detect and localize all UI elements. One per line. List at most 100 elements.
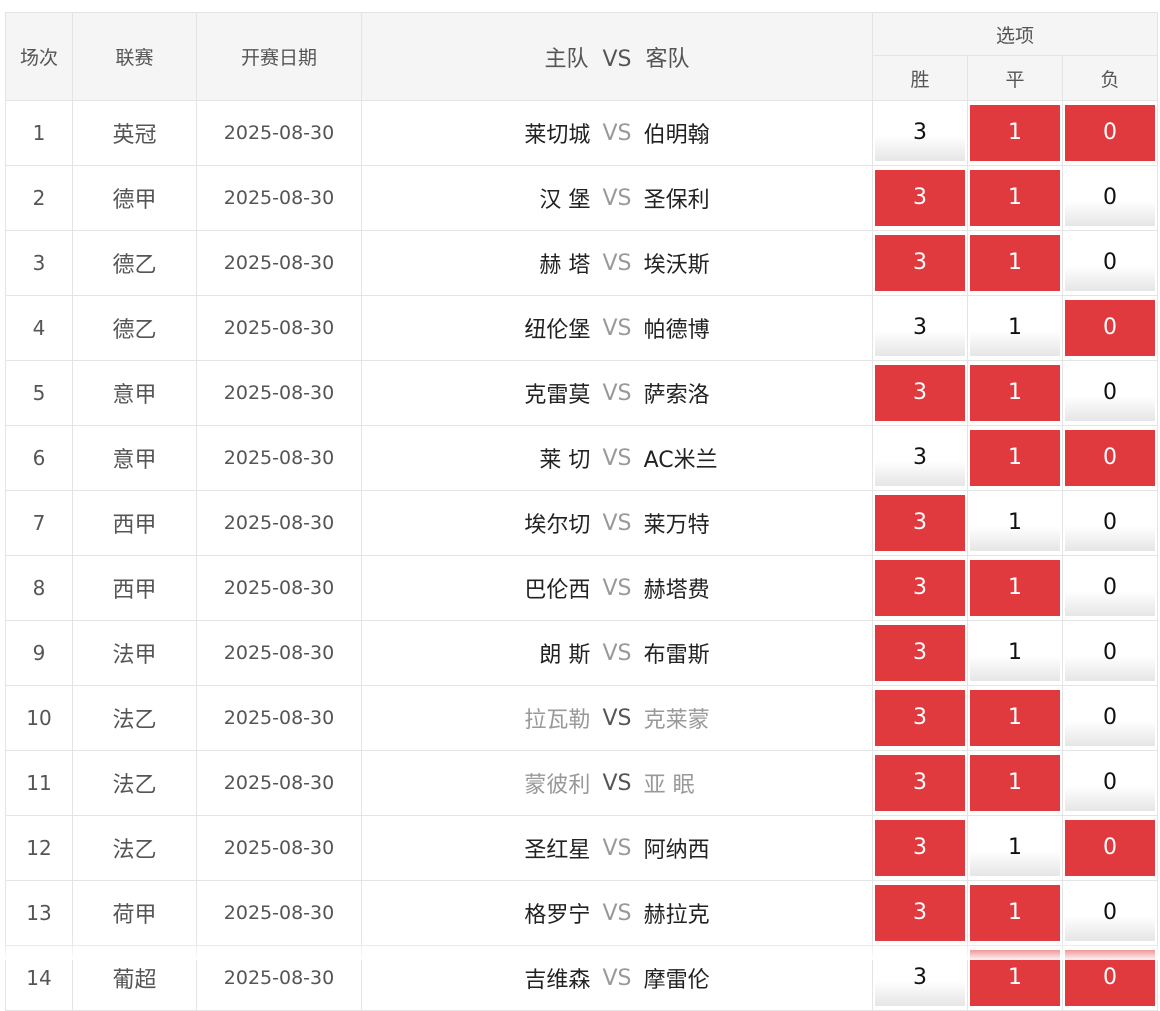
option-win-button[interactable]: 3 bbox=[875, 690, 965, 746]
option-draw-button[interactable]: 1 bbox=[970, 430, 1060, 486]
option-draw-button[interactable]: 1 bbox=[970, 495, 1060, 551]
option-win-button[interactable]: 3 bbox=[875, 365, 965, 421]
match-date: 2025-08-30 bbox=[196, 555, 362, 621]
vs-label: VS bbox=[602, 315, 632, 341]
table-row: 8 西甲 2025-08-30 巴伦西 VS 赫塔费 3 1 0 bbox=[5, 555, 1159, 621]
option-loss-button[interactable]: 0 bbox=[1065, 625, 1156, 681]
match-table-body: 1 英冠 2025-08-30 莱切城 VS 伯明翰 3 1 0 2 德甲 2025-08-30 汉 堡… bbox=[5, 100, 1159, 1011]
option-draw-button[interactable]: 1 bbox=[970, 755, 1060, 811]
column-header-home: 主队 bbox=[544, 46, 589, 72]
option-win-button[interactable]: 3 bbox=[875, 105, 965, 161]
option-loss-button[interactable]: 0 bbox=[1065, 885, 1156, 941]
table-row: 10 法乙 2025-08-30 拉瓦勒 VS 克莱蒙 3 1 0 bbox=[5, 685, 1159, 751]
option-loss-button[interactable]: 0 bbox=[1065, 105, 1156, 161]
table-row: 14 葡超 2025-08-30 吉维森 VS 摩雷伦 3 1 0 bbox=[5, 945, 1159, 1011]
table-row: 1 英冠 2025-08-30 莱切城 VS 伯明翰 3 1 0 bbox=[5, 100, 1159, 166]
option-win-button[interactable]: 3 bbox=[875, 560, 965, 616]
teams: 克雷莫 VS 萨索洛 bbox=[363, 377, 872, 409]
option-draw-button[interactable]: 1 bbox=[970, 365, 1060, 421]
option-win-button[interactable]: 3 bbox=[875, 755, 965, 811]
vs-label: VS bbox=[602, 835, 632, 861]
home-team: 埃尔切 bbox=[524, 513, 591, 538]
match-date: 2025-08-30 bbox=[196, 360, 362, 426]
option-draw-button[interactable]: 1 bbox=[970, 690, 1060, 746]
vs-label: VS bbox=[602, 705, 632, 731]
option-loss-button[interactable]: 0 bbox=[1065, 430, 1156, 486]
option-cell-draw: 1 bbox=[967, 360, 1063, 426]
option-loss-button[interactable]: 0 bbox=[1065, 235, 1156, 291]
home-team: 巴伦西 bbox=[524, 578, 591, 603]
option-win-button[interactable]: 3 bbox=[875, 300, 965, 356]
home-team: 莱 切 bbox=[539, 448, 591, 473]
option-draw-button[interactable]: 1 bbox=[970, 105, 1060, 161]
option-win-button[interactable]: 3 bbox=[875, 170, 965, 226]
home-team: 汉 堡 bbox=[539, 188, 591, 213]
teams: 格罗宁 VS 赫拉克 bbox=[363, 897, 872, 929]
vs-label: VS bbox=[602, 445, 632, 471]
away-team: 赫拉克 bbox=[643, 903, 710, 928]
match-date: 2025-08-30 bbox=[196, 165, 362, 231]
option-draw-button[interactable]: 1 bbox=[970, 560, 1060, 616]
teams-cell: 纽伦堡 VS 帕德博 bbox=[361, 295, 873, 361]
match-number: 5 bbox=[5, 360, 73, 426]
option-loss-button[interactable]: 0 bbox=[1065, 690, 1156, 746]
option-draw-button[interactable]: 1 bbox=[970, 820, 1060, 876]
column-header-league: 联赛 bbox=[72, 12, 197, 101]
teams-cell: 蒙彼利 VS 亚 眠 bbox=[361, 750, 873, 816]
option-win-button[interactable]: 3 bbox=[875, 495, 965, 551]
option-cell-win: 3 bbox=[872, 620, 968, 686]
option-loss-button[interactable]: 0 bbox=[1065, 560, 1156, 616]
option-draw-button[interactable]: 1 bbox=[970, 885, 1060, 941]
option-win-button[interactable]: 3 bbox=[875, 430, 965, 486]
option-cell-draw: 1 bbox=[967, 425, 1063, 491]
league-name: 英冠 bbox=[72, 100, 197, 166]
match-number: 2 bbox=[5, 165, 73, 231]
teams: 汉 堡 VS 圣保利 bbox=[363, 182, 872, 214]
option-cell-draw: 1 bbox=[967, 490, 1063, 556]
column-header-vs: VS bbox=[602, 46, 632, 72]
away-team: 帕德博 bbox=[643, 318, 710, 343]
league-name: 西甲 bbox=[72, 555, 197, 621]
teams-cell: 莱切城 VS 伯明翰 bbox=[361, 100, 873, 166]
option-win-button[interactable]: 3 bbox=[875, 820, 965, 876]
league-name: 德甲 bbox=[72, 165, 197, 231]
option-draw-button[interactable]: 1 bbox=[970, 625, 1060, 681]
option-cell-win: 3 bbox=[872, 685, 968, 751]
league-name: 法乙 bbox=[72, 685, 197, 751]
option-draw-button[interactable]: 1 bbox=[970, 950, 1060, 1006]
option-cell-draw: 1 bbox=[967, 685, 1063, 751]
vs-label: VS bbox=[602, 900, 632, 926]
option-loss-button[interactable]: 0 bbox=[1065, 820, 1156, 876]
option-loss-button[interactable]: 0 bbox=[1065, 300, 1156, 356]
option-win-button[interactable]: 3 bbox=[875, 235, 965, 291]
column-header-date: 开赛日期 bbox=[196, 12, 362, 101]
match-date: 2025-08-30 bbox=[196, 815, 362, 881]
option-draw-button[interactable]: 1 bbox=[970, 235, 1060, 291]
option-cell-draw: 1 bbox=[967, 230, 1063, 296]
option-draw-button[interactable]: 1 bbox=[970, 300, 1060, 356]
option-loss-button[interactable]: 0 bbox=[1065, 170, 1156, 226]
option-cell-win: 3 bbox=[872, 360, 968, 426]
match-date: 2025-08-30 bbox=[196, 100, 362, 166]
option-loss-button[interactable]: 0 bbox=[1065, 365, 1156, 421]
option-win-button[interactable]: 3 bbox=[875, 950, 965, 1006]
option-loss-button[interactable]: 0 bbox=[1065, 755, 1156, 811]
teams: 圣红星 VS 阿纳西 bbox=[363, 832, 872, 864]
option-cell-win: 3 bbox=[872, 100, 968, 166]
vs-label: VS bbox=[602, 770, 632, 796]
teams-cell: 朗 斯 VS 布雷斯 bbox=[361, 620, 873, 686]
option-draw-button[interactable]: 1 bbox=[970, 170, 1060, 226]
option-win-button[interactable]: 3 bbox=[875, 625, 965, 681]
league-name: 德乙 bbox=[72, 230, 197, 296]
teams-cell: 格罗宁 VS 赫拉克 bbox=[361, 880, 873, 946]
option-cell-win: 3 bbox=[872, 750, 968, 816]
match-number: 11 bbox=[5, 750, 73, 816]
table-row: 5 意甲 2025-08-30 克雷莫 VS 萨索洛 3 1 0 bbox=[5, 360, 1159, 426]
option-win-button[interactable]: 3 bbox=[875, 885, 965, 941]
away-team: AC米兰 bbox=[643, 448, 718, 473]
option-loss-button[interactable]: 0 bbox=[1065, 950, 1156, 1006]
option-loss-button[interactable]: 0 bbox=[1065, 495, 1156, 551]
table-row: 4 德乙 2025-08-30 纽伦堡 VS 帕德博 3 1 0 bbox=[5, 295, 1159, 361]
table-row: 11 法乙 2025-08-30 蒙彼利 VS 亚 眠 310 bbox=[5, 750, 1159, 816]
option-cell-loss: 0 bbox=[1061, 360, 1159, 426]
